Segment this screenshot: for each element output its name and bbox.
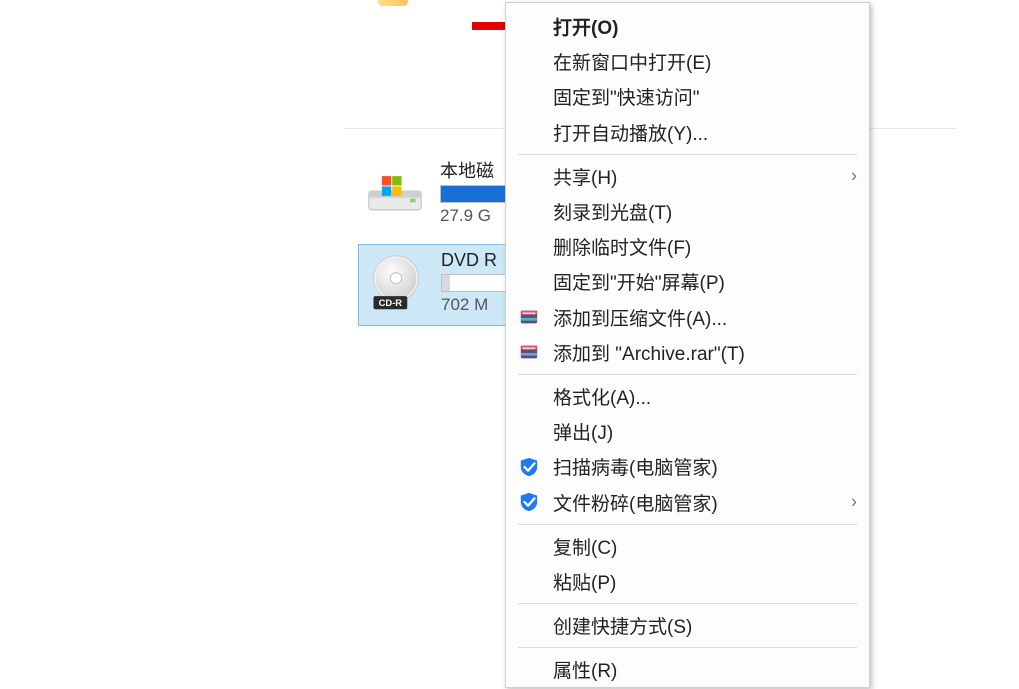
menu-separator <box>518 647 857 648</box>
menu-item[interactable]: 弹出(J) <box>506 414 869 449</box>
menu-item-label: 打开(O) <box>553 13 618 40</box>
menu-item-label: 刻录到光盘(T) <box>553 198 672 225</box>
menu-item-label: 固定到"快速访问" <box>553 83 700 110</box>
menu-item[interactable]: 打开自动播放(Y)... <box>506 115 869 150</box>
menu-item[interactable]: 删除临时文件(F) <box>506 229 869 264</box>
menu-item[interactable]: 固定到"快速访问" <box>506 79 869 114</box>
drive-usage-fill <box>442 275 450 291</box>
tencent-icon <box>518 456 540 478</box>
menu-item[interactable]: 添加到压缩文件(A)... <box>506 300 869 335</box>
menu-item-label: 在新窗口中打开(E) <box>553 48 711 75</box>
menu-separator <box>518 154 857 155</box>
menu-item[interactable]: 创建快捷方式(S) <box>506 608 869 643</box>
menu-item[interactable]: 属性(R) <box>506 652 869 687</box>
menu-item[interactable]: 复制(C) <box>506 529 869 564</box>
menu-item[interactable]: 共享(H) › <box>506 159 869 194</box>
tencent-icon <box>518 491 540 513</box>
menu-item-label: 弹出(J) <box>553 418 613 445</box>
menu-separator <box>518 374 857 375</box>
dvd-icon: CD-R <box>361 247 431 317</box>
menu-item-label: 添加到 "Archive.rar"(T) <box>553 339 745 366</box>
menu-separator <box>518 603 857 604</box>
folder-icon-fragment <box>378 0 408 6</box>
menu-item-label: 粘贴(P) <box>553 568 616 595</box>
menu-item[interactable]: 刻录到光盘(T) <box>506 194 869 229</box>
menu-item[interactable]: 格式化(A)... <box>506 379 869 414</box>
menu-item[interactable]: 扫描病毒(电脑管家) <box>506 449 869 484</box>
menu-item-label: 固定到"开始"屏幕(P) <box>553 268 725 295</box>
hdd-icon <box>360 158 430 228</box>
winrar-icon <box>518 341 540 363</box>
winrar-icon <box>518 306 540 328</box>
chevron-right-icon: › <box>851 166 857 187</box>
menu-item-label: 格式化(A)... <box>553 383 651 410</box>
svg-text:CD-R: CD-R <box>379 298 403 308</box>
menu-item-label: 创建快捷方式(S) <box>553 612 692 639</box>
menu-item-label: 删除临时文件(F) <box>553 233 691 260</box>
menu-item-label: 扫描病毒(电脑管家) <box>553 453 718 480</box>
menu-separator <box>518 524 857 525</box>
menu-item-label: 打开自动播放(Y)... <box>553 119 708 146</box>
menu-item[interactable]: 文件粉碎(电脑管家) › <box>506 484 869 519</box>
menu-item-label: 复制(C) <box>553 533 617 560</box>
context-menu: 打开(O) 在新窗口中打开(E) 固定到"快速访问" 打开自动播放(Y)... 共享(H… <box>505 2 870 688</box>
menu-item[interactable]: 粘贴(P) <box>506 564 869 599</box>
menu-item-label: 属性(R) <box>553 656 617 683</box>
menu-item-label: 添加到压缩文件(A)... <box>553 304 727 331</box>
menu-item-label: 文件粉碎(电脑管家) <box>553 489 718 516</box>
menu-item[interactable]: 打开(O) <box>506 9 869 44</box>
menu-item[interactable]: 在新窗口中打开(E) <box>506 44 869 79</box>
chevron-right-icon: › <box>851 492 857 513</box>
menu-item-label: 共享(H) <box>553 163 617 190</box>
menu-item[interactable]: 添加到 "Archive.rar"(T) <box>506 335 869 370</box>
menu-item[interactable]: 固定到"开始"屏幕(P) <box>506 264 869 299</box>
